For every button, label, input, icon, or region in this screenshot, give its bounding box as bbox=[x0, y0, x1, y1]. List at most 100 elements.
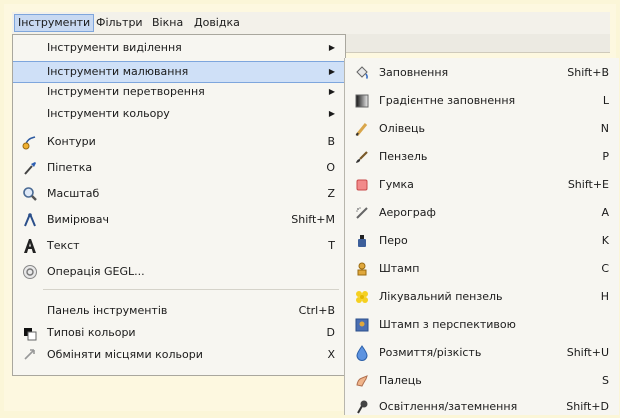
menu-item-zoom[interactable]: Масштаб Z bbox=[13, 183, 345, 205]
menu-item-label: Інструменти малювання bbox=[47, 65, 189, 78]
submenu-arrow-icon: ▶ bbox=[328, 109, 335, 118]
menubar-filters[interactable]: Фільтри bbox=[93, 15, 146, 31]
perspective-clone-icon bbox=[355, 318, 369, 332]
menu-item-paint-tools[interactable]: Інструменти малювання ▶ bbox=[13, 61, 345, 83]
menu-item-label: Заповнення bbox=[379, 66, 449, 79]
gradient-icon bbox=[355, 94, 369, 108]
menu-item-toolbox[interactable]: Панель інструментів Ctrl+B bbox=[13, 300, 345, 322]
menu-item-label: Штамп bbox=[379, 262, 420, 275]
submenu-item-airbrush[interactable]: Аерограф A bbox=[345, 202, 619, 224]
menu-item-default-colors[interactable]: Типові кольори D bbox=[13, 322, 345, 344]
submenu-item-clone[interactable]: Штамп C bbox=[345, 258, 619, 280]
bucket-fill-icon bbox=[356, 66, 368, 80]
magnifier-icon bbox=[23, 187, 37, 201]
submenu-arrow-icon: ▶ bbox=[328, 67, 335, 76]
menu-item-label: Типові кольори bbox=[47, 326, 136, 339]
submenu-arrow-icon: ▶ bbox=[328, 87, 335, 96]
shortcut-label: C bbox=[601, 262, 609, 275]
menu-item-label: Штамп з перспективою bbox=[379, 318, 516, 331]
menu-item-text[interactable]: Текст T bbox=[13, 235, 345, 257]
submenu-item-eraser[interactable]: Гумка Shift+E bbox=[345, 174, 619, 196]
submenu-item-paintbrush[interactable]: Пензель P bbox=[345, 146, 619, 168]
menu-item-label: Масштаб bbox=[47, 187, 100, 200]
shortcut-label: K bbox=[601, 234, 609, 247]
shortcut-label: D bbox=[326, 326, 335, 339]
paint-tools-submenu: Заповнення Shift+B Градієнтне заповнення… bbox=[344, 58, 619, 415]
shortcut-label: H bbox=[600, 290, 609, 303]
pencil-icon bbox=[355, 123, 368, 137]
menu-item-label: Аерограф bbox=[379, 206, 436, 219]
smudge-finger-icon bbox=[356, 375, 368, 387]
menu-item-measure[interactable]: Вимірювач Shift+M bbox=[13, 209, 345, 231]
menu-item-label: Операція GEGL... bbox=[47, 265, 145, 278]
menu-item-paths[interactable]: Контури B bbox=[13, 131, 345, 153]
menubar-tools[interactable]: Інструменти bbox=[14, 14, 95, 32]
separator bbox=[43, 289, 339, 290]
menu-item-transform-tools[interactable]: Інструменти перетворення ▶ bbox=[13, 81, 345, 103]
menu-item-color-tools[interactable]: Інструменти кольору ▶ bbox=[13, 103, 345, 125]
submenu-item-blur-sharpen[interactable]: Розмиття/різкість Shift+U bbox=[345, 342, 619, 364]
shortcut-label: L bbox=[602, 94, 609, 107]
shortcut-label: Shift+E bbox=[567, 178, 609, 191]
menubar: Інструменти Фільтри Вікна Довідка bbox=[12, 12, 610, 35]
menu-item-label: Текст bbox=[47, 239, 80, 252]
submenu-item-gradient[interactable]: Градієнтне заповнення L bbox=[345, 90, 619, 112]
menu-item-label: Лікувальний пензель bbox=[379, 290, 503, 303]
swap-colors-icon bbox=[24, 349, 35, 360]
menu-item-label: Панель інструментів bbox=[47, 304, 168, 317]
menu-item-label: Градієнтне заповнення bbox=[379, 94, 516, 107]
submenu-item-bucket-fill[interactable]: Заповнення Shift+B bbox=[345, 62, 619, 84]
eraser-icon bbox=[356, 179, 368, 191]
airbrush-icon bbox=[356, 207, 368, 219]
clone-stamp-icon bbox=[357, 262, 367, 276]
menu-item-label: Палець bbox=[379, 374, 422, 387]
submenu-item-heal[interactable]: Лікувальний пензель H bbox=[345, 286, 619, 308]
shortcut-label: P bbox=[602, 150, 609, 163]
menu-item-label: Перо bbox=[379, 234, 408, 247]
menu-item-label: Контури bbox=[47, 135, 96, 148]
shortcut-label: A bbox=[601, 206, 609, 219]
dodge-burn-icon bbox=[357, 400, 368, 414]
menu-item-label: Вимірювач bbox=[47, 213, 110, 226]
menu-item-label: Піпетка bbox=[47, 161, 93, 174]
menu-item-label: Інструменти кольору bbox=[47, 107, 170, 120]
menu-item-color-picker[interactable]: Піпетка O bbox=[13, 157, 345, 179]
shortcut-label: Shift+B bbox=[567, 66, 609, 79]
text-tool-icon bbox=[24, 239, 36, 253]
default-colors-icon bbox=[24, 328, 37, 341]
shortcut-label: Z bbox=[327, 187, 335, 200]
submenu-item-perspective-clone[interactable]: Штамп з перспективою bbox=[345, 314, 619, 336]
window-background bbox=[345, 34, 610, 53]
menu-item-label: Пензель bbox=[379, 150, 428, 163]
gegl-icon bbox=[23, 265, 37, 279]
shortcut-label: N bbox=[600, 122, 609, 135]
paintbrush-icon bbox=[356, 151, 368, 163]
menu-item-selection-tools[interactable]: Інструменти виділення ▶ bbox=[13, 37, 345, 59]
submenu-item-pencil[interactable]: Олівець N bbox=[345, 118, 619, 140]
menu-item-label: Інструменти виділення bbox=[47, 41, 182, 54]
blur-drop-icon bbox=[356, 345, 368, 361]
tools-menu: Інструменти виділення ▶ Інструменти малю… bbox=[12, 34, 346, 376]
menubar-windows[interactable]: Вікна bbox=[149, 15, 186, 31]
ink-pen-icon bbox=[358, 235, 366, 247]
paths-icon bbox=[22, 136, 36, 150]
shortcut-label: B bbox=[327, 135, 335, 148]
submenu-item-smudge[interactable]: Палець S bbox=[345, 370, 619, 392]
shortcut-label: O bbox=[326, 161, 335, 174]
submenu-item-ink[interactable]: Перо K bbox=[345, 230, 619, 252]
submenu-arrow-icon: ▶ bbox=[328, 43, 335, 52]
shortcut-label: T bbox=[328, 239, 335, 252]
menu-item-swap-colors[interactable]: Обміняти місцями кольори X bbox=[13, 344, 345, 366]
menu-item-label: Гумка bbox=[379, 178, 414, 191]
menu-item-gegl[interactable]: Операція GEGL... bbox=[13, 261, 345, 283]
shortcut-label: X bbox=[327, 348, 335, 361]
shortcut-label: S bbox=[602, 374, 609, 387]
menu-item-label: Інструменти перетворення bbox=[47, 85, 205, 98]
heal-icon bbox=[356, 291, 368, 303]
shortcut-label: Shift+M bbox=[291, 213, 335, 226]
shortcut-label: Ctrl+B bbox=[298, 304, 335, 317]
eyedropper-icon bbox=[24, 162, 36, 175]
menu-item-label: Олівець bbox=[379, 122, 425, 135]
menubar-help[interactable]: Довідка bbox=[191, 15, 243, 31]
menu-item-label: Розмиття/різкість bbox=[379, 346, 482, 359]
